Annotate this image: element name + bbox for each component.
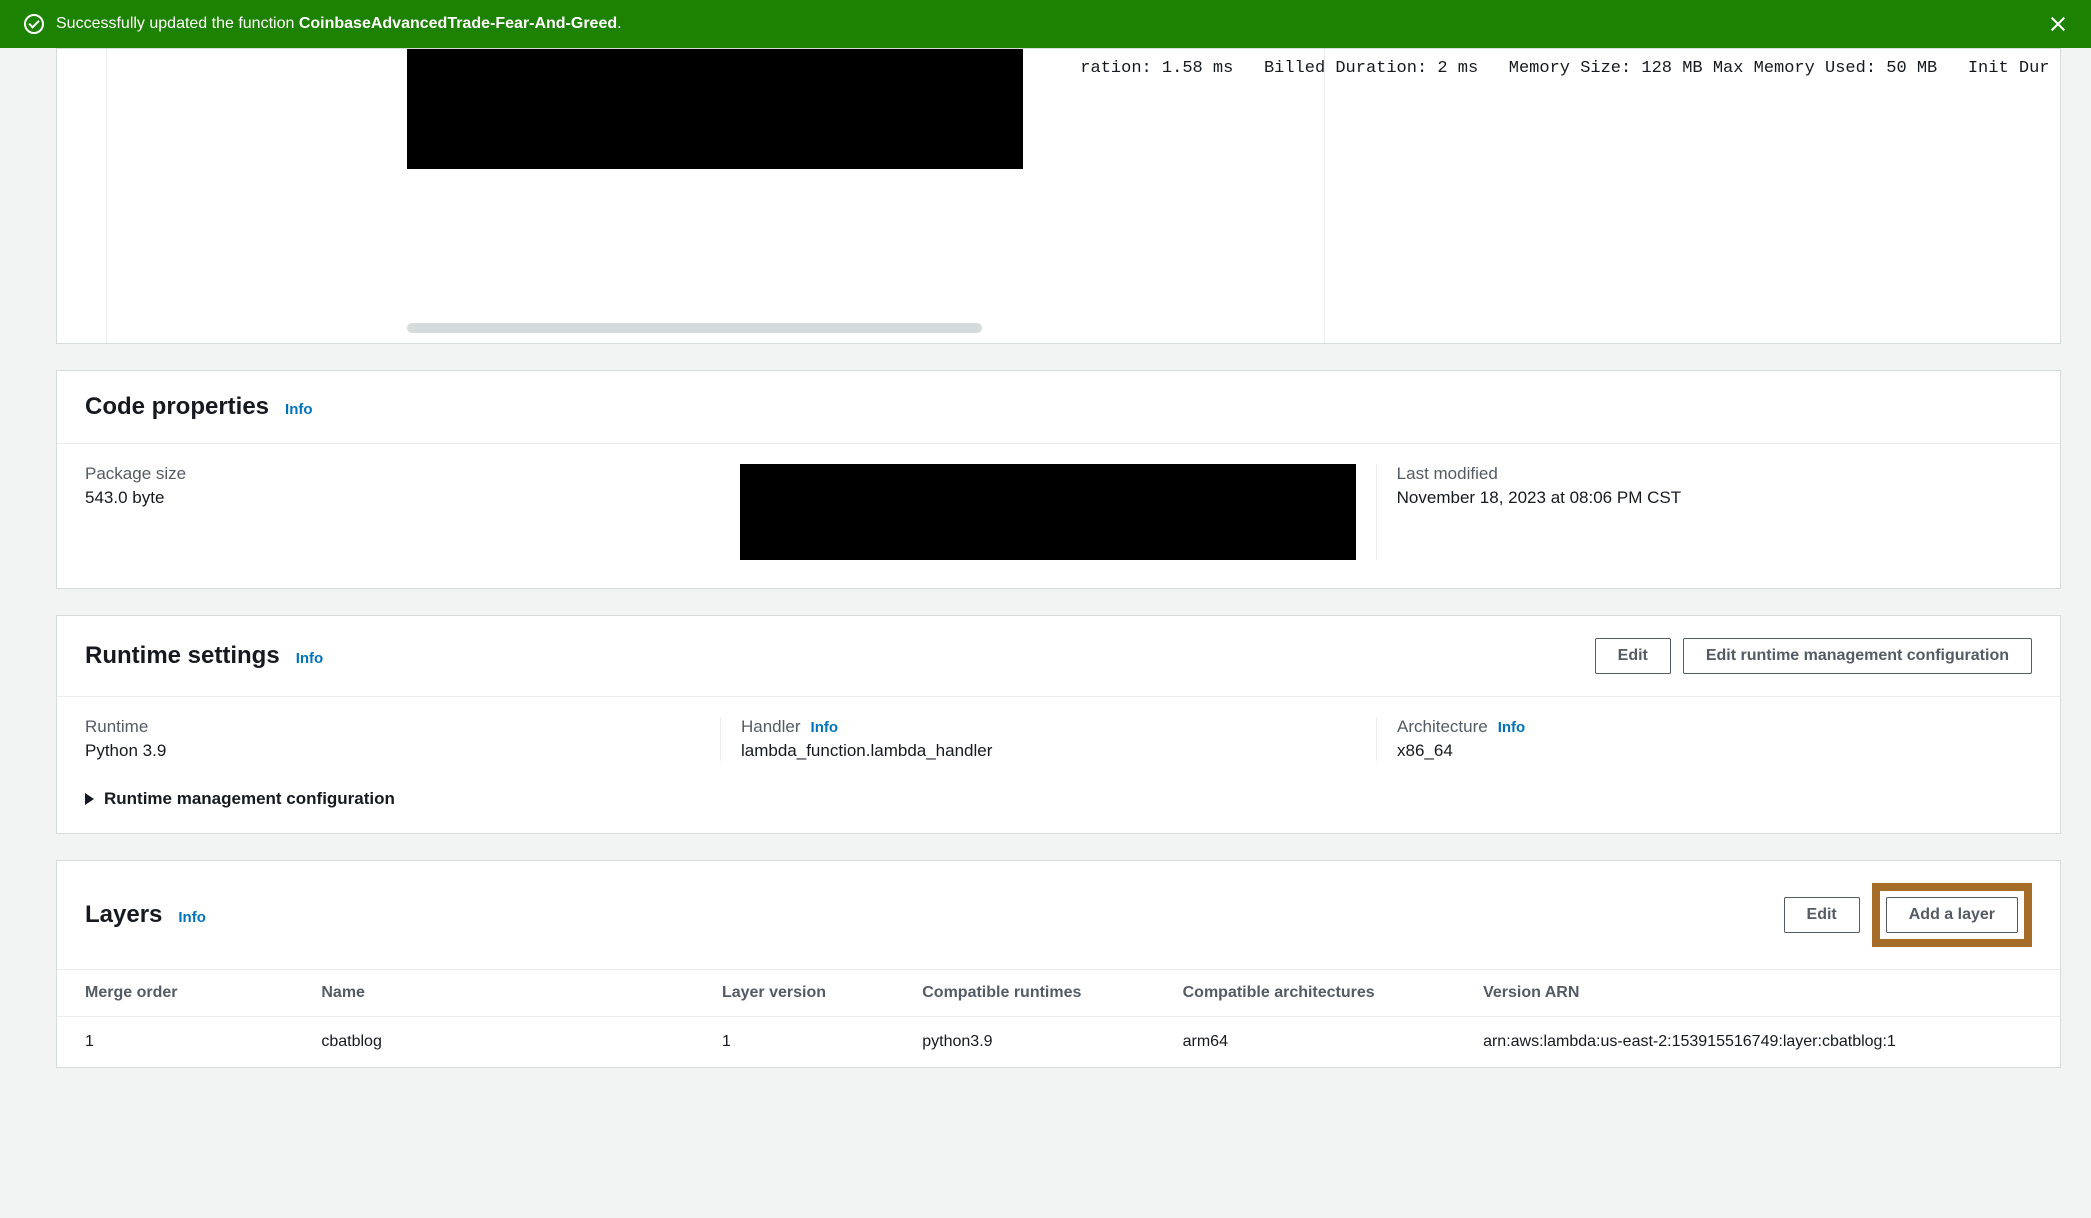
package-size-col: Package size 543.0 byte [85, 464, 720, 560]
cell-layer-version: 1 [698, 1017, 898, 1068]
handler-info-link[interactable]: Info [811, 719, 839, 736]
banner-text: Successfully updated the function Coinba… [56, 15, 622, 33]
redacted-col [720, 464, 1375, 560]
layers-info-link[interactable]: Info [178, 909, 206, 926]
code-properties-info-link[interactable]: Info [285, 401, 313, 418]
code-properties-title: Code properties [85, 393, 269, 421]
redacted-block [407, 49, 1023, 169]
code-properties-header: Code properties Info [57, 371, 2060, 443]
layers-title: Layers [85, 901, 162, 929]
runtime-mgmt-toggle[interactable]: Runtime management configuration [57, 789, 2060, 833]
col-merge-order: Merge order [57, 970, 297, 1017]
cell-compat-arch: arm64 [1159, 1017, 1459, 1068]
handler-value: lambda_function.lambda_handler [741, 741, 1356, 761]
banner-function-name: CoinbaseAdvancedTrade-Fear-And-Greed [299, 15, 617, 32]
layers-panel: Layers Info Edit Add a layer Merge order… [56, 860, 2061, 1068]
add-layer-button[interactable]: Add a layer [1886, 897, 2018, 933]
runtime-settings-info-link[interactable]: Info [296, 650, 324, 667]
edit-layers-button[interactable]: Edit [1784, 897, 1860, 933]
last-modified-label: Last modified [1397, 464, 2012, 484]
arch-value: x86_64 [1397, 741, 2012, 761]
runtime-settings-panel: Runtime settings Info Edit Edit runtime … [56, 615, 2061, 834]
cell-version-arn: arn:aws:lambda:us-east-2:153915516749:la… [1459, 1017, 2060, 1068]
banner-suffix: . [617, 15, 621, 32]
runtime-settings-header: Runtime settings Info Edit Edit runtime … [57, 616, 2060, 697]
edit-runtime-mgmt-button[interactable]: Edit runtime management configuration [1683, 638, 2032, 674]
log-panel: ration: 1.58 ms Billed Duration: 2 ms Me… [56, 48, 2061, 344]
col-version-arn: Version ARN [1459, 970, 2060, 1017]
layers-header-row: Merge order Name Layer version Compatibl… [57, 970, 2060, 1017]
arch-label: Architecture [1397, 717, 1488, 737]
handler-col: Handler Info lambda_function.lambda_hand… [720, 717, 1376, 761]
log-gutter [57, 49, 107, 343]
check-circle-icon [24, 14, 44, 34]
runtime-col: Runtime Python 3.9 [85, 717, 720, 761]
col-name: Name [297, 970, 698, 1017]
table-row[interactable]: 1 cbatblog 1 python3.9 arm64 arn:aws:lam… [57, 1017, 2060, 1068]
handler-label: Handler [741, 717, 801, 737]
runtime-mgmt-label: Runtime management configuration [104, 789, 395, 809]
cell-merge-order: 1 [57, 1017, 297, 1068]
redacted-block [740, 464, 1355, 560]
code-properties-panel: Code properties Info Package size 543.0 … [56, 370, 2061, 589]
log-body[interactable]: ration: 1.58 ms Billed Duration: 2 ms Me… [107, 49, 2060, 343]
last-modified-col: Last modified November 18, 2023 at 08:06… [1376, 464, 2032, 560]
close-icon[interactable] [2049, 15, 2067, 33]
runtime-settings-title: Runtime settings [85, 642, 280, 670]
success-banner: Successfully updated the function Coinba… [0, 0, 2091, 48]
runtime-value: Python 3.9 [85, 741, 700, 761]
runtime-label: Runtime [85, 717, 700, 737]
banner-prefix: Successfully updated the function [56, 15, 299, 32]
horizontal-scrollbar[interactable] [407, 323, 982, 333]
arch-col: Architecture Info x86_64 [1376, 717, 2032, 761]
arch-info-link[interactable]: Info [1498, 719, 1526, 736]
layers-table: Merge order Name Layer version Compatibl… [57, 969, 2060, 1067]
edit-runtime-button[interactable]: Edit [1595, 638, 1671, 674]
layers-header: Layers Info Edit Add a layer [57, 861, 2060, 969]
caret-right-icon [85, 793, 94, 805]
col-compat-runtimes: Compatible runtimes [898, 970, 1158, 1017]
col-compat-arch: Compatible architectures [1159, 970, 1459, 1017]
col-layer-version: Layer version [698, 970, 898, 1017]
cell-compat-runtimes: python3.9 [898, 1017, 1158, 1068]
last-modified-value: November 18, 2023 at 08:06 PM CST [1397, 488, 2012, 508]
package-size-label: Package size [85, 464, 700, 484]
log-divider [1324, 49, 1325, 343]
cell-name: cbatblog [297, 1017, 698, 1068]
add-layer-highlight: Add a layer [1872, 883, 2032, 947]
package-size-value: 543.0 byte [85, 488, 700, 508]
